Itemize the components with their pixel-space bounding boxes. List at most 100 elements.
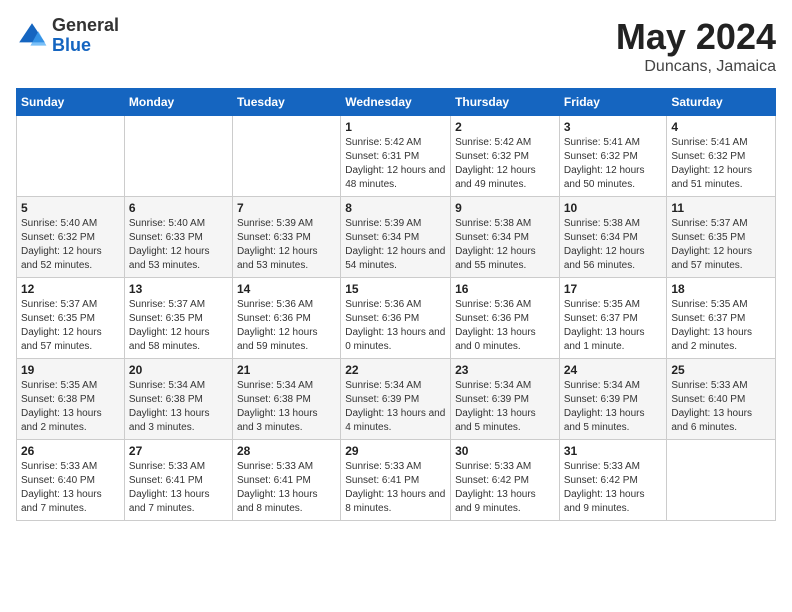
calendar-cell: 24 Sunrise: 5:34 AM Sunset: 6:39 PM Dayli…	[559, 359, 667, 440]
day-info: Sunrise: 5:39 AM Sunset: 6:34 PM Dayligh…	[345, 217, 446, 273]
calendar-cell: 27 Sunrise: 5:33 AM Sunset: 6:41 PM Dayli…	[124, 440, 232, 521]
subtitle: Duncans, Jamaica	[616, 58, 776, 76]
day-number: 7	[237, 201, 336, 215]
calendar-cell: 5 Sunrise: 5:40 AM Sunset: 6:32 PM Daylig…	[17, 197, 125, 278]
calendar-cell: 13 Sunrise: 5:37 AM Sunset: 6:35 PM Dayli…	[124, 278, 232, 359]
calendar-cell: 25Sunrise: 5:33 AM Sunset: 6:40 PM Dayli…	[667, 359, 776, 440]
day-info: Sunrise: 5:34 AM Sunset: 6:38 PM Dayligh…	[129, 379, 228, 435]
calendar-cell: 14Sunrise: 5:36 AM Sunset: 6:36 PM Dayli…	[232, 278, 340, 359]
day-number: 1	[345, 120, 446, 134]
calendar-cell: 22 Sunrise: 5:34 AM Sunset: 6:39 PM Dayli…	[341, 359, 451, 440]
calendar-table: SundayMondayTuesdayWednesdayThursdayFrid…	[16, 88, 776, 521]
logo-blue: Blue	[52, 36, 119, 56]
day-number: 14	[237, 282, 336, 296]
day-info: Sunrise: 5:34 AM Sunset: 6:39 PM Dayligh…	[345, 379, 446, 435]
day-info: Sunrise: 5:41 AM Sunset: 6:32 PM Dayligh…	[671, 136, 771, 192]
calendar-cell: 15Sunrise: 5:36 AM Sunset: 6:36 PM Dayli…	[341, 278, 451, 359]
day-info: Sunrise: 5:40 AM Sunset: 6:32 PM Dayligh…	[21, 217, 120, 273]
day-number: 8	[345, 201, 446, 215]
calendar-cell: 21Sunrise: 5:34 AM Sunset: 6:38 PM Dayli…	[232, 359, 340, 440]
day-number: 13	[129, 282, 228, 296]
day-number: 20	[129, 363, 228, 377]
day-info: Sunrise: 5:37 AM Sunset: 6:35 PM Dayligh…	[129, 298, 228, 354]
logo: General Blue	[16, 16, 119, 56]
day-number: 9	[455, 201, 555, 215]
day-info: Sunrise: 5:33 AM Sunset: 6:42 PM Dayligh…	[564, 460, 663, 516]
col-header-sunday: Sunday	[17, 89, 125, 116]
logo-general: General	[52, 16, 119, 36]
calendar-cell: 31 Sunrise: 5:33 AM Sunset: 6:42 PM Dayli…	[559, 440, 667, 521]
day-info: Sunrise: 5:33 AM Sunset: 6:41 PM Dayligh…	[129, 460, 228, 516]
col-header-tuesday: Tuesday	[232, 89, 340, 116]
col-header-friday: Friday	[559, 89, 667, 116]
day-info: Sunrise: 5:39 AM Sunset: 6:33 PM Dayligh…	[237, 217, 336, 273]
calendar-week-row: 26Sunrise: 5:33 AM Sunset: 6:40 PM Dayli…	[17, 440, 776, 521]
calendar-cell: 7 Sunrise: 5:39 AM Sunset: 6:33 PM Daylig…	[232, 197, 340, 278]
day-info: Sunrise: 5:34 AM Sunset: 6:39 PM Dayligh…	[564, 379, 663, 435]
calendar-cell: 1 Sunrise: 5:42 AM Sunset: 6:31 PM Daylig…	[341, 116, 451, 197]
calendar-cell: 16 Sunrise: 5:36 AM Sunset: 6:36 PM Dayli…	[451, 278, 560, 359]
day-number: 5	[21, 201, 120, 215]
day-info: Sunrise: 5:33 AM Sunset: 6:40 PM Dayligh…	[21, 460, 120, 516]
day-info: Sunrise: 5:42 AM Sunset: 6:31 PM Dayligh…	[345, 136, 446, 192]
calendar-cell: 11Sunrise: 5:37 AM Sunset: 6:35 PM Dayli…	[667, 197, 776, 278]
day-number: 24	[564, 363, 663, 377]
calendar-cell	[17, 116, 125, 197]
calendar-cell: 8 Sunrise: 5:39 AM Sunset: 6:34 PM Daylig…	[341, 197, 451, 278]
day-number: 18	[671, 282, 771, 296]
day-number: 10	[564, 201, 663, 215]
calendar-cell	[124, 116, 232, 197]
calendar-cell: 23 Sunrise: 5:34 AM Sunset: 6:39 PM Dayli…	[451, 359, 560, 440]
calendar-cell: 30Sunrise: 5:33 AM Sunset: 6:42 PM Dayli…	[451, 440, 560, 521]
day-info: Sunrise: 5:38 AM Sunset: 6:34 PM Dayligh…	[455, 217, 555, 273]
calendar-cell: 10 Sunrise: 5:38 AM Sunset: 6:34 PM Dayli…	[559, 197, 667, 278]
day-number: 6	[129, 201, 228, 215]
calendar-cell: 26Sunrise: 5:33 AM Sunset: 6:40 PM Dayli…	[17, 440, 125, 521]
day-number: 28	[237, 444, 336, 458]
day-number: 4	[671, 120, 771, 134]
calendar-cell: 18 Sunrise: 5:35 AM Sunset: 6:37 PM Dayli…	[667, 278, 776, 359]
day-info: Sunrise: 5:33 AM Sunset: 6:41 PM Dayligh…	[345, 460, 446, 516]
day-info: Sunrise: 5:33 AM Sunset: 6:41 PM Dayligh…	[237, 460, 336, 516]
day-info: Sunrise: 5:36 AM Sunset: 6:36 PM Dayligh…	[455, 298, 555, 354]
logo-icon	[16, 20, 48, 52]
day-number: 17	[564, 282, 663, 296]
calendar-cell	[667, 440, 776, 521]
calendar-cell: 29 Sunrise: 5:33 AM Sunset: 6:41 PM Dayli…	[341, 440, 451, 521]
day-info: Sunrise: 5:35 AM Sunset: 6:37 PM Dayligh…	[671, 298, 771, 354]
calendar-cell: 4 Sunrise: 5:41 AM Sunset: 6:32 PM Daylig…	[667, 116, 776, 197]
calendar-week-row: 12 Sunrise: 5:37 AM Sunset: 6:35 PM Dayli…	[17, 278, 776, 359]
day-number: 12	[21, 282, 120, 296]
calendar-cell: 20 Sunrise: 5:34 AM Sunset: 6:38 PM Dayli…	[124, 359, 232, 440]
day-info: Sunrise: 5:36 AM Sunset: 6:36 PM Dayligh…	[345, 298, 446, 354]
main-title: May 2024	[616, 16, 776, 58]
day-number: 16	[455, 282, 555, 296]
day-number: 29	[345, 444, 446, 458]
col-header-wednesday: Wednesday	[341, 89, 451, 116]
day-info: Sunrise: 5:33 AM Sunset: 6:40 PM Dayligh…	[671, 379, 771, 435]
day-number: 19	[21, 363, 120, 377]
col-header-thursday: Thursday	[451, 89, 560, 116]
calendar-week-row: 5 Sunrise: 5:40 AM Sunset: 6:32 PM Daylig…	[17, 197, 776, 278]
day-number: 23	[455, 363, 555, 377]
col-header-saturday: Saturday	[667, 89, 776, 116]
day-info: Sunrise: 5:42 AM Sunset: 6:32 PM Dayligh…	[455, 136, 555, 192]
calendar-cell: 3Sunrise: 5:41 AM Sunset: 6:32 PM Daylig…	[559, 116, 667, 197]
day-info: Sunrise: 5:40 AM Sunset: 6:33 PM Dayligh…	[129, 217, 228, 273]
calendar-cell: 12 Sunrise: 5:37 AM Sunset: 6:35 PM Dayli…	[17, 278, 125, 359]
day-info: Sunrise: 5:37 AM Sunset: 6:35 PM Dayligh…	[671, 217, 771, 273]
day-info: Sunrise: 5:38 AM Sunset: 6:34 PM Dayligh…	[564, 217, 663, 273]
day-info: Sunrise: 5:35 AM Sunset: 6:38 PM Dayligh…	[21, 379, 120, 435]
logo-text: General Blue	[52, 16, 119, 56]
day-info: Sunrise: 5:35 AM Sunset: 6:37 PM Dayligh…	[564, 298, 663, 354]
day-info: Sunrise: 5:34 AM Sunset: 6:38 PM Dayligh…	[237, 379, 336, 435]
calendar-cell: 2 Sunrise: 5:42 AM Sunset: 6:32 PM Daylig…	[451, 116, 560, 197]
day-number: 22	[345, 363, 446, 377]
day-number: 31	[564, 444, 663, 458]
day-info: Sunrise: 5:34 AM Sunset: 6:39 PM Dayligh…	[455, 379, 555, 435]
day-number: 2	[455, 120, 555, 134]
day-info: Sunrise: 5:37 AM Sunset: 6:35 PM Dayligh…	[21, 298, 120, 354]
col-header-monday: Monday	[124, 89, 232, 116]
day-info: Sunrise: 5:33 AM Sunset: 6:42 PM Dayligh…	[455, 460, 555, 516]
day-number: 27	[129, 444, 228, 458]
